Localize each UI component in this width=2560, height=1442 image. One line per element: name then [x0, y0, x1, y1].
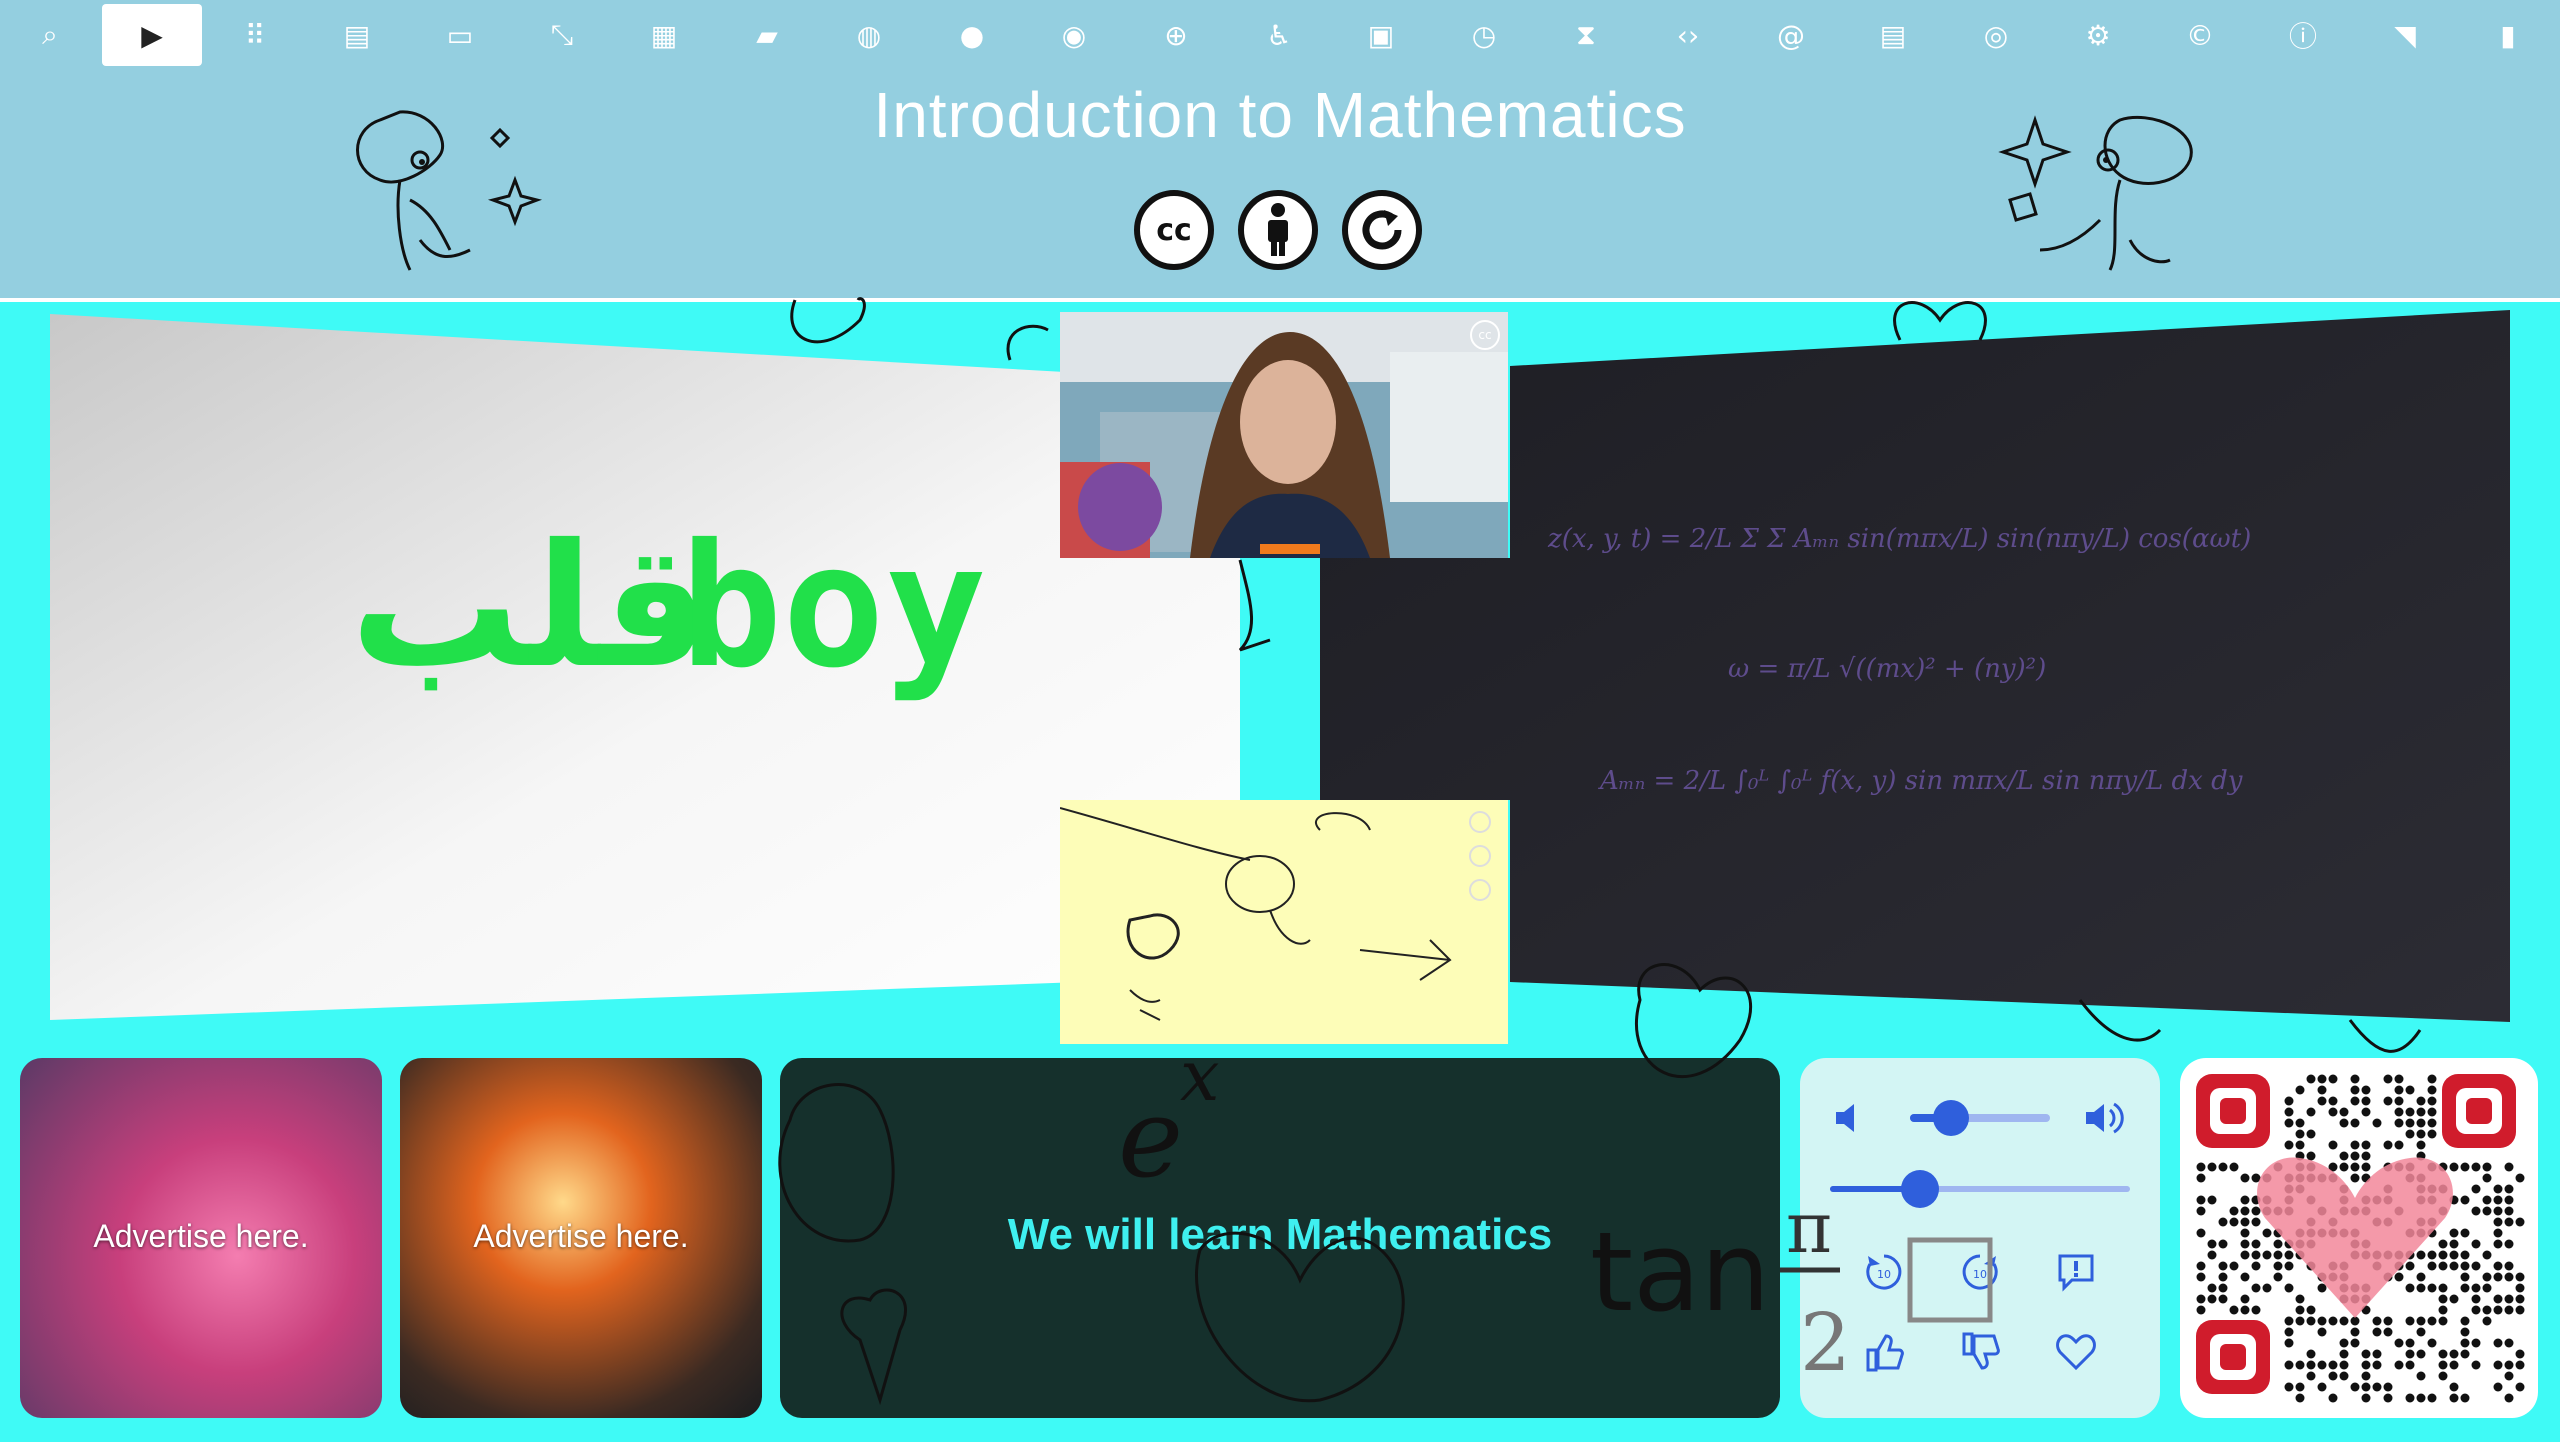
gear-icon[interactable]: ⚙ [2048, 4, 2148, 66]
equation-wave: z(x, y, t) = 2/L Σ Σ Aₘₙ sin(mπx/L) sin(… [1548, 524, 2252, 554]
sketch-panel[interactable] [1060, 800, 1508, 1044]
globe-icon[interactable]: ◍ [819, 4, 919, 66]
info-icon[interactable]: ⓘ [2253, 4, 2353, 66]
cc-badge[interactable]: cc [1470, 320, 1500, 350]
attribution-icon[interactable] [1238, 190, 1318, 270]
presenter-video [1060, 312, 1508, 558]
top-toolbar: ⌕ ▶ ⠿ ▤ ▭ ⤡ ▦ ▰ ◍ ● ◉ ⊕ ♿ ▣ ◷ ⧗ ‹› @ ▤ ◎ ⚙ © ⓘ ◥ ▮ [0, 0, 2560, 68]
grid-icon[interactable]: ⠿ [205, 4, 305, 66]
svg-text:10: 10 [1973, 1268, 1987, 1281]
svg-text:cc: cc [1156, 213, 1192, 248]
equation-coefficient: Aₘₙ = 2/L ∫₀ᴸ ∫₀ᴸ f(x, y) sin mπx/L sin … [1600, 766, 2243, 796]
logo-latin: boy [680, 508, 988, 706]
heart-icon[interactable] [2054, 1330, 2098, 1374]
gamepad-icon[interactable]: ▭ [410, 4, 510, 66]
book-icon[interactable]: ▰ [717, 4, 817, 66]
ad-slot-2[interactable]: Advertise here. [400, 1058, 762, 1418]
ad-label: Advertise here. [93, 1218, 309, 1254]
calendar-icon[interactable]: ▦ [614, 4, 714, 66]
volume-low-icon[interactable] [1830, 1096, 1874, 1140]
expand-icon[interactable]: ⤡ [512, 4, 612, 66]
thumbs-down-icon[interactable] [1958, 1330, 2002, 1374]
volume-slider-thumb[interactable] [1932, 1100, 1969, 1136]
copyright-icon[interactable]: © [2150, 4, 2250, 66]
ad-slot-1[interactable]: Advertise here. [20, 1058, 382, 1418]
mosaic-icon[interactable]: ● [922, 4, 1022, 66]
hourglass-icon[interactable]: ⧗ [1536, 4, 1636, 66]
cc-license-icon[interactable]: cc [1134, 190, 1214, 270]
code-icon[interactable]: ‹› [1638, 4, 1738, 66]
fingerprint-icon[interactable]: ◎ [1946, 4, 2046, 66]
lizard-doodle-right [1998, 115, 2193, 271]
logo-text: ﻗﻠﺐ boy [350, 512, 1050, 712]
logo-arabic: ﻗﻠﺐ [350, 508, 711, 706]
thumbs-up-icon[interactable] [1862, 1330, 1906, 1374]
battery-icon[interactable]: ▮ [2458, 4, 2558, 66]
equation-frequency: ω = π/L √((mx)² + (ny)²) [1728, 654, 2047, 684]
lock-icon[interactable]: ▣ [1331, 4, 1431, 66]
header-bar: ⌕ ▶ ⠿ ▤ ▭ ⤡ ▦ ▰ ◍ ● ◉ ⊕ ♿ ▣ ◷ ⧗ ‹› @ ▤ ◎ ⚙ © ⓘ ◥ ▮ Introduction … [0, 0, 2560, 302]
caption-panel: We will learn Mathematics [780, 1058, 1780, 1418]
player-controls: 10 10 [1800, 1058, 2160, 1418]
play-icon[interactable]: ▶ [102, 4, 202, 66]
rewind-10-icon[interactable]: 10 [1862, 1250, 1906, 1294]
progress-slider[interactable] [1830, 1170, 2130, 1208]
at-icon[interactable]: @ [1741, 4, 1841, 66]
radio-icon[interactable]: ▤ [1843, 4, 1943, 66]
search-icon[interactable]: ⌕ [0, 4, 100, 66]
language-icon[interactable]: ⊕ [1126, 4, 1226, 66]
svg-text:10: 10 [1877, 1268, 1891, 1281]
document-icon[interactable]: ▤ [307, 4, 407, 66]
sketch-drawing [1060, 807, 1491, 1021]
share-alike-icon[interactable] [1342, 190, 1422, 270]
forward-10-icon[interactable]: 10 [1958, 1250, 2002, 1294]
qr-code-image [2196, 1074, 2525, 1403]
ad-label: Advertise here. [473, 1218, 689, 1254]
volume-high-icon[interactable] [2082, 1096, 2126, 1140]
timer-icon[interactable]: ◷ [1434, 4, 1534, 66]
license-badges: cc [1130, 190, 1430, 280]
volume-slider[interactable] [1910, 1100, 2050, 1136]
wifi-icon[interactable]: ◥ [2355, 4, 2455, 66]
lizard-doodle-left [356, 110, 543, 271]
qr-code[interactable] [2180, 1058, 2538, 1418]
caption-text: We will learn Mathematics [1007, 1210, 1553, 1259]
feedback-icon[interactable] [2054, 1250, 2098, 1294]
lightbulb-icon[interactable]: ◉ [1024, 4, 1124, 66]
webcam-feed[interactable]: cc [1060, 312, 1508, 558]
progress-thumb[interactable] [1901, 1170, 1939, 1208]
accessibility-icon[interactable]: ♿ [1229, 4, 1329, 66]
